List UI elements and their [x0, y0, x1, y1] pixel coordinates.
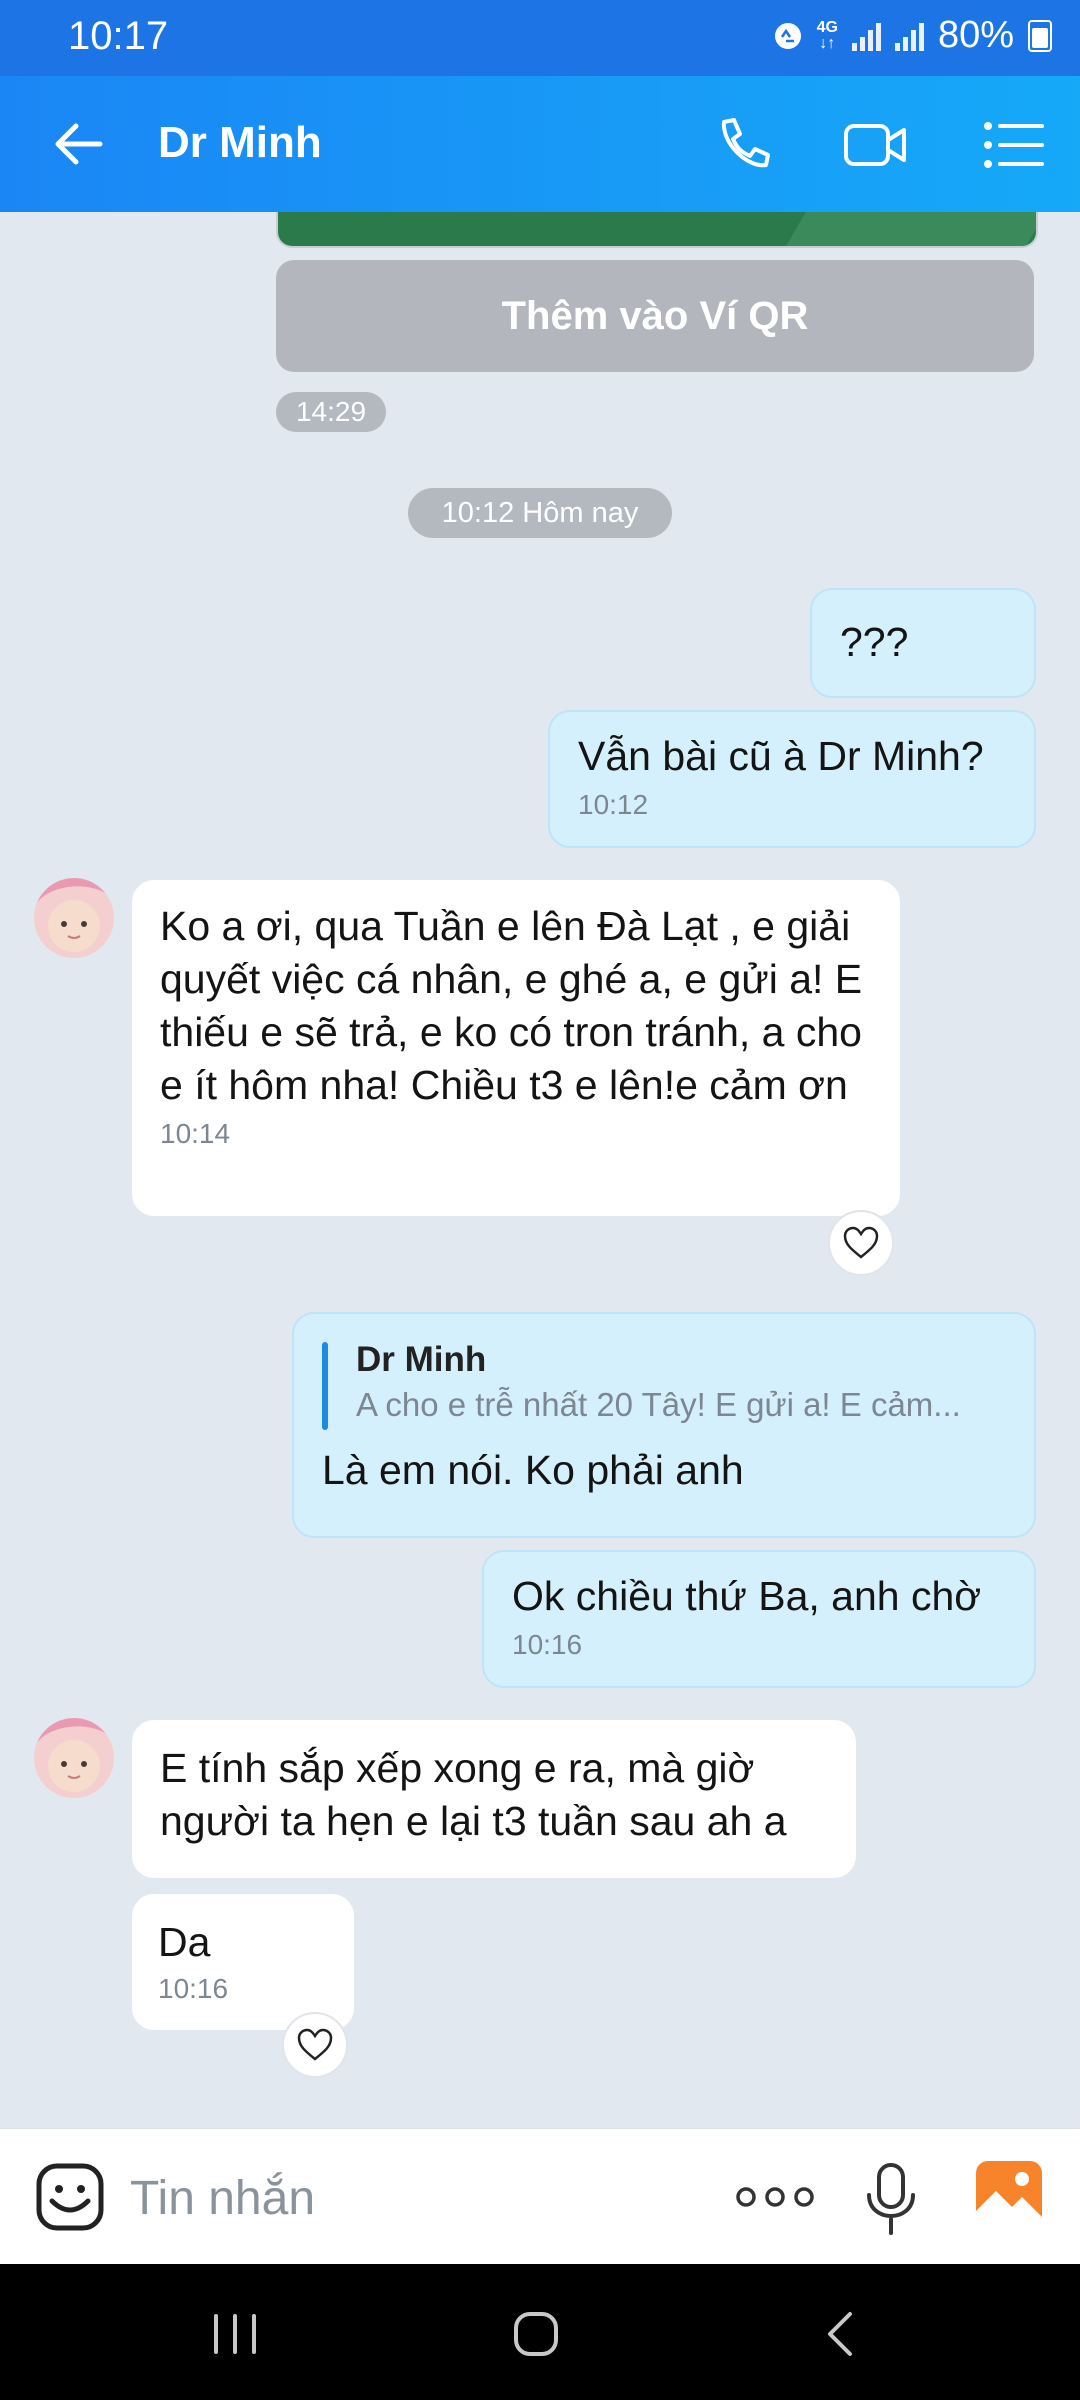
emoji-sticker-icon[interactable]: [36, 2163, 104, 2231]
add-to-qr-wallet-button[interactable]: Thêm vào Ví QR: [276, 260, 1034, 372]
outgoing-message[interactable]: ???: [810, 588, 1036, 698]
signal-icon-2: [894, 21, 924, 51]
react-heart-button[interactable]: [828, 1210, 894, 1276]
incoming-message[interactable]: E tính sắp xếp xong e ra, mà giờ người t…: [132, 1720, 856, 1878]
outgoing-message[interactable]: Vẫn bài cũ à Dr Minh? 10:12: [548, 710, 1036, 848]
chat-area[interactable]: Thêm vào Ví QR 14:29 10:12 Hôm nay ??? V…: [0, 212, 1080, 2128]
microphone-icon[interactable]: [864, 2161, 918, 2237]
contact-name[interactable]: Dr Minh: [158, 118, 322, 168]
chat-header: Dr Minh: [0, 76, 1080, 212]
recycle-icon: [774, 22, 801, 49]
signal-icon: [851, 21, 881, 51]
battery-percent: 80%: [937, 14, 1014, 56]
contact-avatar[interactable]: [34, 878, 114, 958]
home-icon[interactable]: [512, 2310, 560, 2358]
outgoing-reply-message[interactable]: Dr Minh A cho e trễ nhất 20 Tây! E gửi a…: [292, 1312, 1036, 1538]
status-bar: 10:17 4G ↓↑ 80%: [0, 0, 1080, 76]
video-call-icon[interactable]: [842, 112, 908, 178]
battery-icon: [1028, 19, 1052, 52]
status-time: 10:17: [68, 14, 169, 58]
message-composer: Tin nhắn: [0, 2128, 1080, 2265]
incoming-message[interactable]: Ko a ơi, qua Tuần e lên Đà Lạt , e giải …: [132, 880, 900, 1216]
date-separator: 10:12 Hôm nay: [408, 488, 672, 538]
message-time: 10:16: [158, 1973, 229, 2004]
message-text: ???: [840, 619, 909, 665]
message-text: E tính sắp xếp xong e ra, mà giờ người t…: [160, 1745, 787, 1844]
quoted-message[interactable]: Dr Minh A cho e trễ nhất 20 Tây! E gửi a…: [322, 1338, 1006, 1434]
react-heart-button[interactable]: [282, 2012, 348, 2078]
message-text: Da: [158, 1919, 211, 1965]
more-options-icon[interactable]: [734, 2179, 816, 2215]
message-text: Ok chiều thứ Ba, anh chờ: [512, 1573, 982, 1619]
system-nav-bar: [0, 2264, 1080, 2400]
phone-icon[interactable]: [710, 112, 776, 178]
baby-avatar-icon: [34, 878, 114, 958]
network-type: 4G ↓↑: [816, 18, 838, 52]
status-icons: 4G ↓↑ 80%: [773, 14, 1052, 57]
message-text: Vẫn bài cũ à Dr Minh?: [578, 733, 984, 779]
baby-avatar-icon: [34, 1718, 114, 1798]
quote-text: A cho e trễ nhất 20 Tây! E gửi a! E cảm.…: [356, 1386, 961, 1423]
incoming-message[interactable]: Da 10:16: [132, 1894, 354, 2030]
back-nav-icon[interactable]: [822, 2308, 858, 2360]
message-time: 10:14: [160, 1118, 231, 1149]
heart-icon: [297, 2028, 333, 2061]
image-gallery-icon[interactable]: [974, 2159, 1044, 2229]
message-input[interactable]: Tin nhắn: [130, 2171, 315, 2226]
message-text: Là em nói. Ko phải anh: [322, 1447, 744, 1493]
message-time: 14:29: [276, 392, 386, 432]
back-arrow-icon[interactable]: [48, 114, 108, 174]
heart-icon: [843, 1226, 879, 1259]
quote-bar: [322, 1342, 328, 1430]
message-time: 10:16: [512, 1629, 583, 1660]
message-time: 10:12: [578, 789, 649, 820]
outgoing-message[interactable]: Ok chiều thứ Ba, anh chờ 10:16: [482, 1550, 1036, 1688]
menu-list-icon[interactable]: [980, 112, 1046, 178]
contact-avatar[interactable]: [34, 1718, 114, 1798]
message-text: Ko a ơi, qua Tuần e lên Đà Lạt , e giải …: [160, 903, 863, 1108]
qr-card-image[interactable]: [276, 212, 1038, 248]
recent-apps-icon[interactable]: [210, 2312, 260, 2356]
quote-author: Dr Minh: [356, 1340, 487, 1379]
